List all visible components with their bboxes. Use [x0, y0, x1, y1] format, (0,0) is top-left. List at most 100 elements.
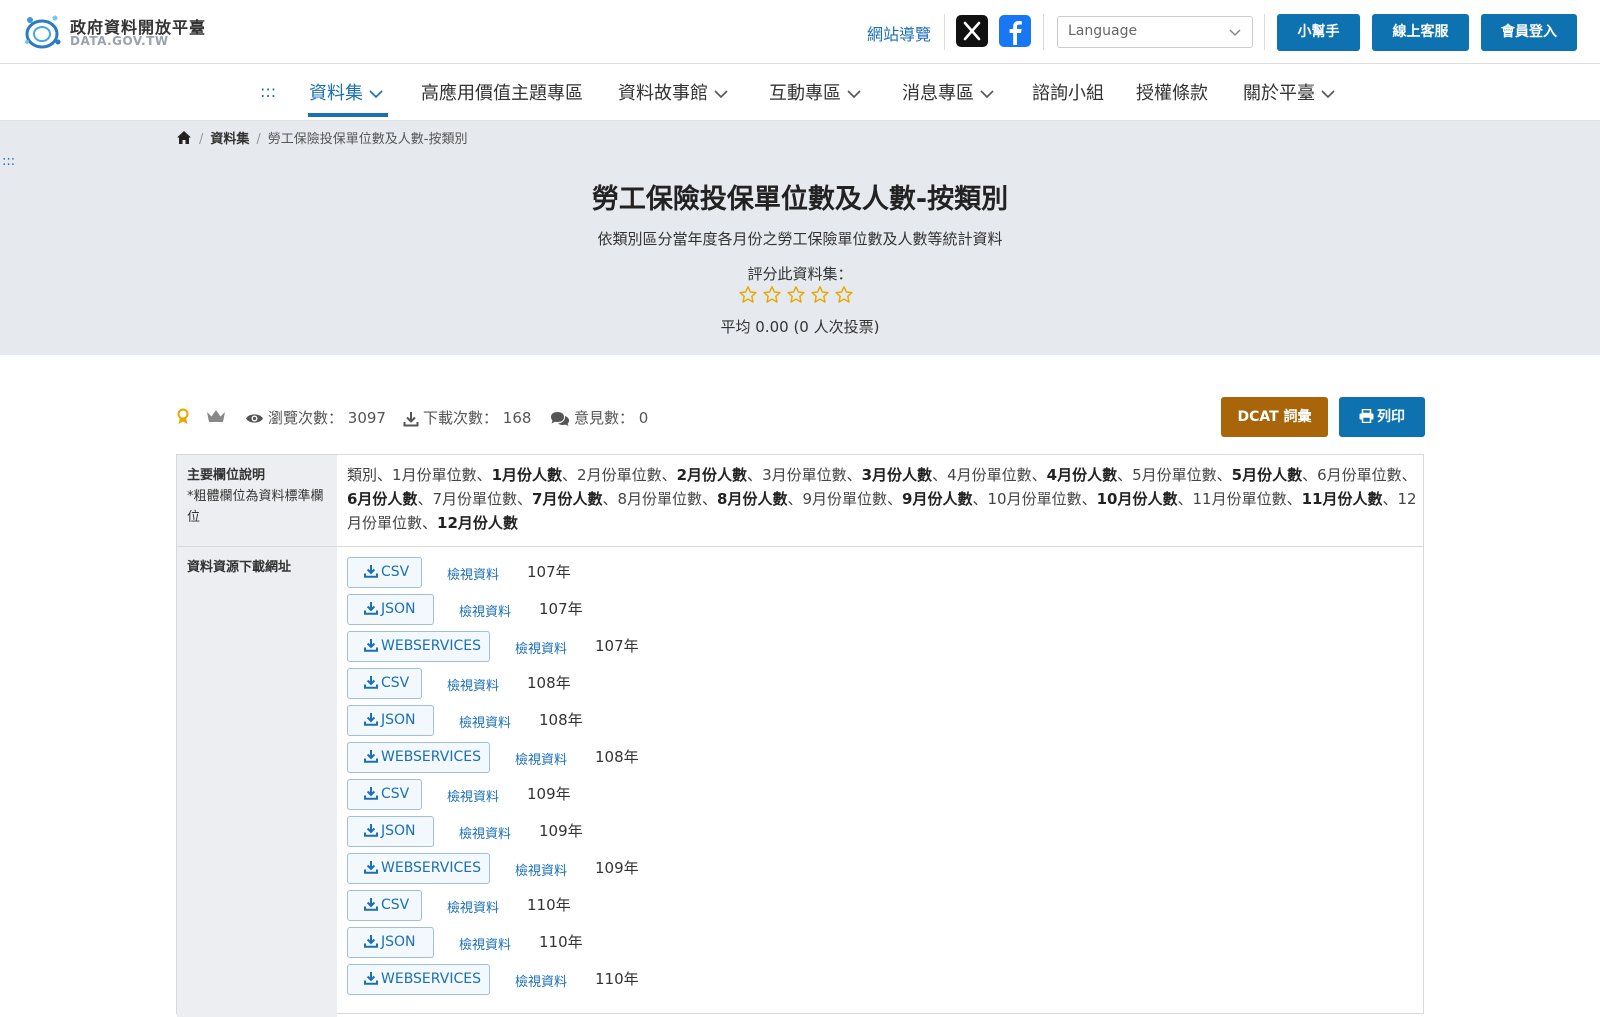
nav-item-label: 互動專區	[769, 83, 841, 104]
facebook-icon[interactable]	[999, 15, 1031, 47]
resource-item: WEBSERVICES 檢視資料 109年	[347, 853, 767, 884]
language-select[interactable]: Language	[1057, 16, 1253, 48]
standard-field: 3月份人數	[861, 466, 933, 484]
main-navigation: ::: 資料集 高應用價值主題專區 資料故事館 互動專區 消息專區 諮詢小組 授…	[0, 64, 1600, 121]
download-count: 下載次數： 168	[403, 407, 531, 428]
fields-label: 主要欄位說明	[187, 468, 266, 483]
nav-item-license[interactable]: 授權條款	[1136, 79, 1208, 105]
resources-row-header: 資料資源下載網址	[177, 547, 337, 1017]
comments-icon	[551, 411, 569, 426]
view-data-link[interactable]: 檢視資料	[447, 786, 499, 805]
nav-item-stories[interactable]: 資料故事館	[618, 79, 728, 105]
view-data-link[interactable]: 檢視資料	[515, 749, 567, 768]
download-icon	[364, 713, 378, 726]
field: 5月份單位數	[1132, 466, 1217, 484]
printer-icon	[1359, 408, 1374, 424]
standard-field: 1月份人數	[491, 466, 563, 484]
rating-average: 平均 0.00 (0 人次投票)	[720, 318, 880, 336]
download-json-button[interactable]: JSON	[347, 705, 434, 736]
view-data-link[interactable]: 檢視資料	[515, 971, 567, 990]
dcat-vocabulary-button[interactable]: DCAT 詞彙	[1221, 397, 1328, 437]
standard-field: 8月份人數	[717, 490, 788, 508]
nav-item-about[interactable]: 關於平臺	[1243, 79, 1335, 105]
star-icon[interactable]	[738, 285, 758, 305]
print-button[interactable]: 列印	[1339, 397, 1425, 437]
content-accesskey[interactable]: :::	[2, 154, 15, 169]
standard-field: 12月份人數	[437, 514, 518, 532]
field: 9月份單位數	[802, 490, 888, 508]
divider	[1043, 14, 1044, 50]
download-webservices-button[interactable]: WEBSERVICES	[347, 742, 490, 773]
download-json-button[interactable]: JSON	[347, 594, 434, 625]
sitemap-link[interactable]: 網站導覽	[867, 21, 931, 45]
field-separator: 、	[887, 490, 903, 508]
nav-item-interactive[interactable]: 互動專區	[769, 79, 861, 105]
view-data-link[interactable]: 檢視資料	[447, 897, 499, 916]
resource-year: 109年	[539, 822, 583, 840]
member-login-button[interactable]: 會員登入	[1481, 14, 1577, 51]
field-separator: 、	[1302, 466, 1318, 484]
resources-label: 資料資源下載網址	[187, 560, 292, 575]
resource-item: WEBSERVICES 檢視資料 107年	[347, 631, 767, 662]
x-twitter-icon[interactable]	[956, 15, 988, 47]
field-list: 類別、1月份單位數、1月份人數、2月份單位數、2月份人數、3月份單位數、3月份人…	[347, 463, 1417, 535]
view-data-link[interactable]: 檢視資料	[447, 675, 499, 694]
active-nav-indicator	[308, 113, 388, 117]
field-separator: 、	[1286, 490, 1302, 508]
nav-item-high-value[interactable]: 高應用價值主題專區	[421, 79, 583, 105]
view-data-link[interactable]: 檢視資料	[459, 712, 511, 731]
star-icon[interactable]	[834, 285, 854, 305]
view-data-link[interactable]: 檢視資料	[515, 638, 567, 657]
view-data-link[interactable]: 檢視資料	[459, 934, 511, 953]
resource-year: 107年	[527, 563, 571, 581]
star-icon[interactable]	[762, 285, 782, 305]
download-json-button[interactable]: JSON	[347, 816, 434, 847]
standard-field: 7月份人數	[532, 490, 603, 508]
helper-button[interactable]: 小幫手	[1277, 14, 1360, 51]
home-icon[interactable]	[176, 130, 192, 145]
accesskey-anchor[interactable]: :::	[260, 82, 276, 101]
download-csv-button[interactable]: CSV	[347, 557, 422, 588]
view-data-link[interactable]: 檢視資料	[459, 823, 511, 842]
star-icon[interactable]	[810, 285, 830, 305]
field-separator: 、	[417, 490, 433, 508]
download-csv-button[interactable]: CSV	[347, 668, 422, 699]
field-separator: 、	[972, 490, 988, 508]
star-icon[interactable]	[786, 285, 806, 305]
nav-item-label: 資料故事館	[618, 83, 708, 104]
resource-item: JSON 檢視資料 107年	[347, 594, 767, 625]
nav-item-news[interactable]: 消息專區	[902, 79, 994, 105]
download-json-button[interactable]: JSON	[347, 927, 434, 958]
breadcrumb: / 資料集 / 勞工保險投保單位數及人數-按類別	[176, 128, 468, 147]
language-select-value: Language	[1068, 23, 1138, 39]
nav-item-label: 消息專區	[902, 83, 974, 104]
view-data-link[interactable]: 檢視資料	[515, 860, 567, 879]
resource-format: JSON	[381, 601, 416, 617]
resource-format: JSON	[381, 934, 416, 950]
online-service-button[interactable]: 線上客服	[1372, 14, 1469, 51]
resource-year: 108年	[539, 711, 583, 729]
resource-item: JSON 檢視資料 108年	[347, 705, 767, 736]
resource-year: 109年	[527, 785, 571, 803]
download-icon	[364, 935, 378, 948]
download-webservices-button[interactable]: WEBSERVICES	[347, 631, 490, 662]
download-webservices-button[interactable]: WEBSERVICES	[347, 964, 490, 995]
field: 8月份單位數	[617, 490, 703, 508]
site-logo[interactable]: 政府資料開放平臺 DATA.GOV.TW	[22, 12, 222, 52]
chevron-down-icon	[714, 90, 728, 99]
download-csv-button[interactable]: CSV	[347, 779, 422, 810]
breadcrumb-current: 勞工保險投保單位數及人數-按類別	[267, 132, 468, 147]
badge-icon	[176, 407, 194, 425]
resource-item: CSV 檢視資料 107年	[347, 557, 767, 588]
nav-item-advisory[interactable]: 諮詢小組	[1032, 79, 1104, 105]
nav-item-datasets[interactable]: 資料集	[309, 79, 383, 105]
standard-field: 9月份人數	[902, 490, 973, 508]
view-data-link[interactable]: 檢視資料	[459, 601, 511, 620]
field-separator: 、	[1177, 490, 1193, 508]
download-icon	[364, 639, 378, 652]
view-data-link[interactable]: 檢視資料	[447, 564, 499, 583]
breadcrumb-datasets[interactable]: 資料集	[210, 132, 249, 147]
download-webservices-button[interactable]: WEBSERVICES	[347, 853, 490, 884]
download-icon	[364, 861, 378, 874]
download-csv-button[interactable]: CSV	[347, 890, 422, 921]
